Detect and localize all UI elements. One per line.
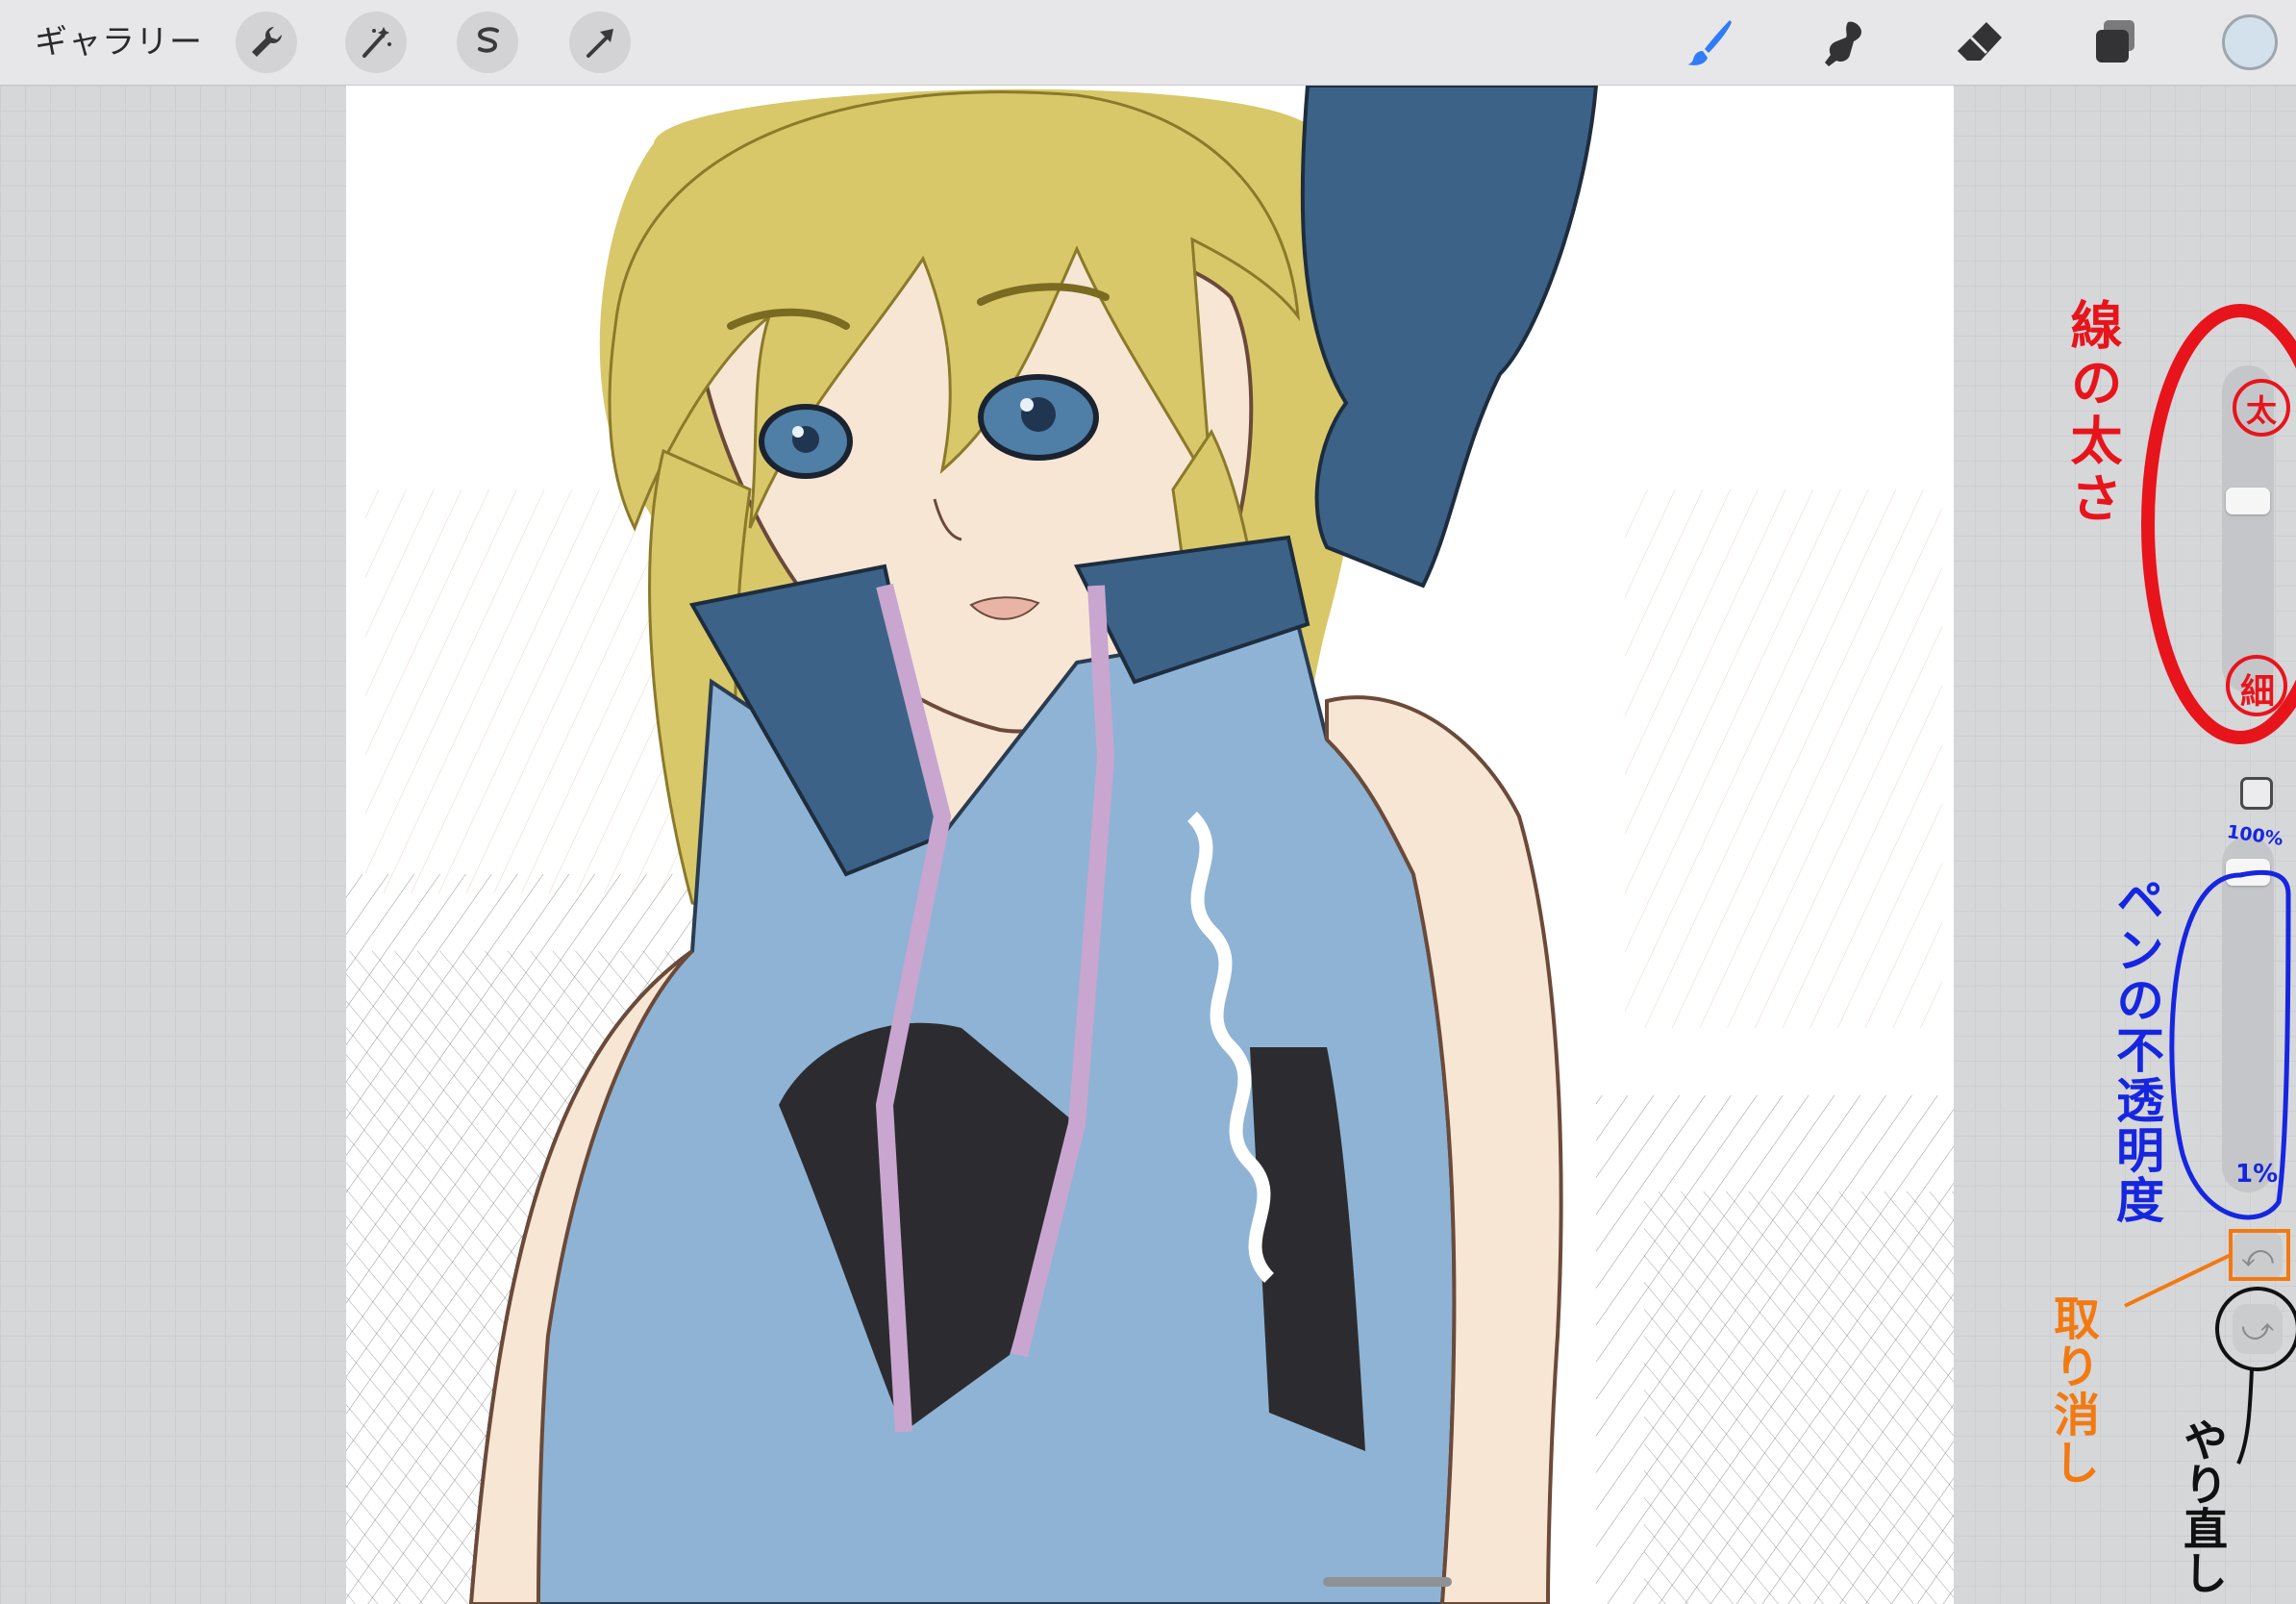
modify-button[interactable] — [2240, 777, 2273, 810]
eraser-icon — [1958, 22, 2002, 61]
redo-button[interactable]: ⤻ — [2233, 1304, 2283, 1354]
gallery-button[interactable]: ギャラリー — [35, 21, 203, 63]
brush-icon — [1687, 20, 1732, 65]
eraser-button[interactable] — [1953, 15, 2007, 69]
selection-button[interactable] — [457, 12, 518, 73]
transform-arrow-icon — [586, 29, 613, 58]
color-swatch-button[interactable] — [2222, 14, 2278, 70]
ribbon — [1300, 86, 1599, 589]
top-toolbar: ギャラリー — [0, 0, 2296, 86]
opacity-slider[interactable] — [2222, 837, 2274, 1192]
transform-button[interactable] — [569, 12, 631, 73]
selection-icon — [477, 27, 499, 53]
annotation-pen-opacity: ペンの不透明度 — [2109, 875, 2164, 1225]
smudge-button[interactable] — [1818, 15, 1872, 69]
magic-wand-icon — [362, 27, 391, 58]
annotation-undo: 取り消し — [2045, 1294, 2099, 1487]
actions-button[interactable] — [236, 12, 297, 73]
layers-button[interactable] — [2087, 15, 2141, 69]
home-indicator — [1323, 1577, 1452, 1587]
drawing-canvas[interactable] — [346, 86, 1954, 1604]
hatching-right-2 — [1644, 1191, 1954, 1604]
redo-icon: ⤻ — [2240, 1310, 2275, 1347]
smudge-icon — [1825, 21, 1861, 66]
undo-icon: ⤺ — [2240, 1237, 2275, 1274]
annotation-thin: 細 — [2239, 672, 2275, 712]
brush-size-thumb[interactable] — [2226, 487, 2270, 514]
brush-button[interactable] — [1683, 15, 1736, 69]
hatching-pink-right — [1625, 489, 1942, 1028]
undo-button[interactable]: ⤺ — [2233, 1231, 2283, 1281]
adjustments-button[interactable] — [345, 12, 407, 73]
layers-icon — [2096, 20, 2134, 63]
opacity-thumb[interactable] — [2226, 858, 2270, 886]
annotation-thick: 太 — [2245, 392, 2277, 429]
annotation-opacity-bottom: 1% — [2235, 1160, 2279, 1189]
annotation-redo: やり直し — [2177, 1417, 2229, 1594]
artwork — [346, 86, 1954, 1604]
wrench-icon — [252, 27, 282, 57]
annotation-line-width: 線の太さ — [2061, 298, 2122, 529]
